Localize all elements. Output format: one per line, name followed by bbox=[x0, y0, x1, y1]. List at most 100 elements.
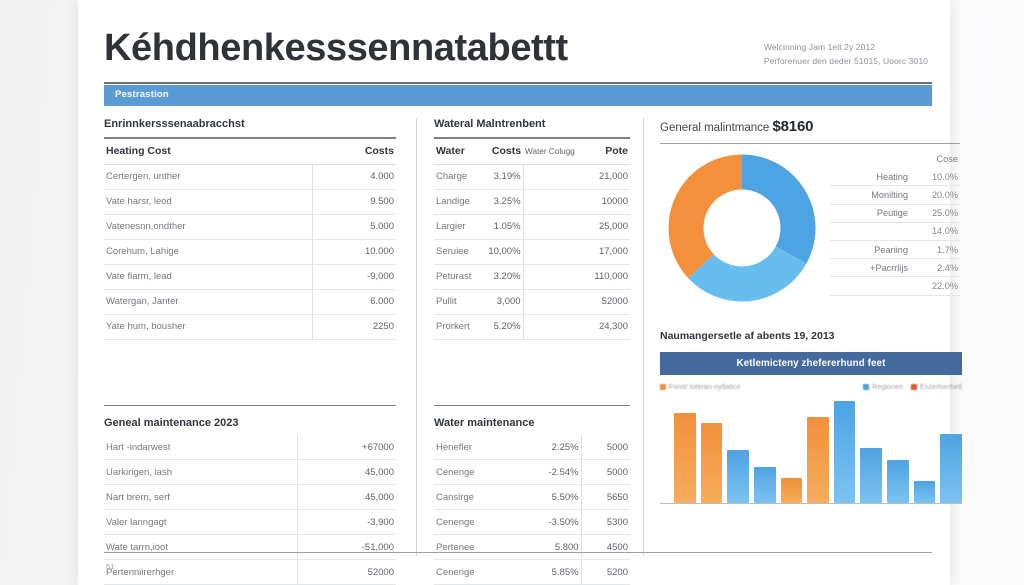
legend-swatch-icon bbox=[660, 383, 666, 390]
legend-value: 14.0% bbox=[910, 222, 960, 242]
table-row: Uarkirigen, lash 45,000 bbox=[104, 459, 396, 486]
cell-label: Corehum, Lahige bbox=[104, 239, 313, 265]
cell-colugg bbox=[522, 289, 586, 315]
donut-rule bbox=[660, 143, 960, 145]
general-maintenance-table: Hart -indarwest +67000 Uarkirigen, lash … bbox=[104, 435, 396, 585]
table-row: Pullit 3,000 52000 bbox=[434, 289, 630, 315]
donut-chart-title-text: General malintmance bbox=[660, 122, 770, 134]
cell-pct: 5.50% bbox=[515, 484, 582, 511]
cell-costs: 5.20% bbox=[480, 314, 524, 340]
cell-pct: -3.50% bbox=[515, 509, 582, 536]
document-page: Kéhdhenkesssennatabettt Welcinning Jam 1… bbox=[78, 0, 963, 585]
table-row: Yate hum, bousher 2250 bbox=[104, 314, 396, 340]
cell-colugg bbox=[522, 189, 586, 215]
cell-value: 5200 bbox=[580, 559, 630, 585]
table-row: Vate fiarm, lead -9,000 bbox=[104, 264, 396, 290]
cell-pote: 52000 bbox=[585, 289, 630, 315]
list-item: 14.0% bbox=[830, 222, 960, 242]
cell-pote: 110,000 bbox=[585, 264, 630, 290]
water-table: Water Costs Water Colugg Pote Charge 3.1… bbox=[434, 138, 630, 340]
cell-value: +67000 bbox=[297, 435, 396, 461]
heating-cost-block-title: Enrinnkersssenaabracchst bbox=[104, 118, 245, 130]
legend-item-0: Forot/ loteran-oytlatice bbox=[660, 382, 741, 391]
cell-pct: 2.25% bbox=[515, 435, 582, 461]
cell-label: Pertenniirerhger bbox=[104, 559, 298, 585]
cell-value: 5300 bbox=[580, 509, 630, 536]
table-row: Wate tarrn,ioot -51,000 bbox=[104, 534, 396, 561]
table-row: Certergen, unther 4.000 bbox=[104, 164, 396, 190]
cell-label: Nart brern, serf bbox=[104, 484, 298, 511]
bar-1 bbox=[700, 423, 723, 503]
table-row: Largier 1.05% 25,000 bbox=[434, 214, 630, 240]
cell-pct: -2.54% bbox=[515, 459, 582, 486]
legend-item-label: Regionen bbox=[872, 382, 904, 391]
cell-name: Charge bbox=[434, 164, 481, 190]
cell-label: Certergen, unther bbox=[104, 164, 313, 190]
bar-0 bbox=[674, 413, 696, 503]
cell-value: 45,000 bbox=[297, 484, 396, 511]
legend-swatch-icon bbox=[911, 383, 918, 390]
legend-label: Heating bbox=[830, 168, 910, 187]
document-header: Kéhdhenkesssennatabettt Welcinning Jam 1… bbox=[104, 26, 932, 88]
general-maintenance-title: Geneal maintenance 2023 bbox=[104, 417, 239, 430]
bar-chart-banner-label: Ketlemicteny zhefererhund feet bbox=[736, 358, 886, 369]
cell-pote: 10000 bbox=[585, 189, 630, 215]
cell-label: Hart -indarwest bbox=[104, 435, 298, 461]
water-maintenance-block: Water maintenance Henefler 2.25% 5000 Ce… bbox=[434, 404, 630, 585]
cell-value: 5650 bbox=[580, 484, 630, 511]
bar-8 bbox=[887, 460, 909, 503]
col-header-costs: Costs bbox=[312, 138, 396, 165]
header-meta-line-1: Welcinning Jam 1elt 2y 2012 bbox=[763, 42, 876, 52]
legend-item-label: Forot/ loteran-oytlatice bbox=[669, 382, 741, 391]
middle-column: Wateral Malntrenbent Water Costs Water C… bbox=[434, 118, 630, 585]
donut-chart-total: $8160 bbox=[772, 118, 814, 135]
col-header-water: Water bbox=[434, 138, 481, 165]
table-row: Vatenesnn,ondther 5.000 bbox=[104, 214, 396, 240]
bar-4 bbox=[780, 477, 803, 503]
legend-value: 22.0% bbox=[910, 276, 960, 296]
legend-swatch-icon bbox=[863, 383, 870, 390]
bar-6 bbox=[833, 401, 856, 503]
right-column: General malintmance $8160 Cose Heating 1… bbox=[660, 118, 960, 304]
legend-item-label: Eszerloerbetl bbox=[920, 382, 962, 391]
col-header-water-colugg: Water Colugg bbox=[523, 138, 586, 165]
table-row: Nart brern, serf 45,000 bbox=[104, 484, 396, 511]
cell-label: Cansirge bbox=[434, 484, 516, 511]
list-item: Heating 10.0% bbox=[830, 168, 960, 187]
cell-label: Cenenge bbox=[434, 459, 516, 486]
donut-legend-table: Cose Heating 10.0% Monilting 20.0% Peuti… bbox=[830, 152, 960, 296]
cell-label: Pertenee bbox=[434, 534, 516, 561]
col-header-pote: Pote bbox=[585, 138, 630, 165]
donut-chart-area: Cose Heating 10.0% Monilting 20.0% Peuti… bbox=[660, 154, 960, 304]
table-row: Vate harsr, leod 9.500 bbox=[104, 189, 396, 215]
cell-pct: 5.800 bbox=[515, 534, 582, 561]
legend-label: Monilting bbox=[830, 185, 910, 205]
list-item: Peariing 1.7% bbox=[830, 240, 960, 260]
donut-legend: Cose Heating 10.0% Monilting 20.0% Peuti… bbox=[830, 152, 960, 296]
page-title: Kéhdhenkesssennatabettt bbox=[104, 27, 568, 69]
bar-7 bbox=[860, 447, 883, 503]
cell-value: 5000 bbox=[580, 435, 630, 461]
cell-costs: 3,000 bbox=[480, 289, 524, 315]
cell-value: 4500 bbox=[580, 534, 630, 561]
bar-chart-plot bbox=[660, 401, 963, 504]
general-maintenance-top-rule bbox=[104, 404, 396, 407]
cell-pct: 5.85% bbox=[515, 559, 582, 585]
cell-costs: 3.19% bbox=[480, 164, 524, 190]
bar-chart-banner: Ketlemicteny zhefererhund feet bbox=[660, 352, 962, 375]
table-row: Corehum, Lahige 10.000 bbox=[104, 239, 396, 265]
cell-cost: 2250 bbox=[312, 314, 396, 340]
cell-costs: 1.05% bbox=[480, 214, 524, 240]
bar-9 bbox=[913, 480, 936, 503]
col-header-heating-cost: Heating Cost bbox=[104, 138, 313, 165]
legend-header-cose: Cose bbox=[936, 154, 958, 165]
cell-label: Watergan, Janter bbox=[104, 289, 313, 315]
water-maintenance-title: Water maintenance bbox=[434, 417, 535, 430]
cell-costs: 3.25% bbox=[480, 189, 524, 215]
cell-colugg bbox=[522, 264, 586, 290]
column-divider-2 bbox=[643, 118, 644, 556]
donut-chart-svg bbox=[668, 154, 816, 302]
header-divider bbox=[104, 82, 932, 84]
legend-value: 20.0% bbox=[910, 185, 960, 205]
cell-label: Cenenge bbox=[434, 509, 516, 536]
